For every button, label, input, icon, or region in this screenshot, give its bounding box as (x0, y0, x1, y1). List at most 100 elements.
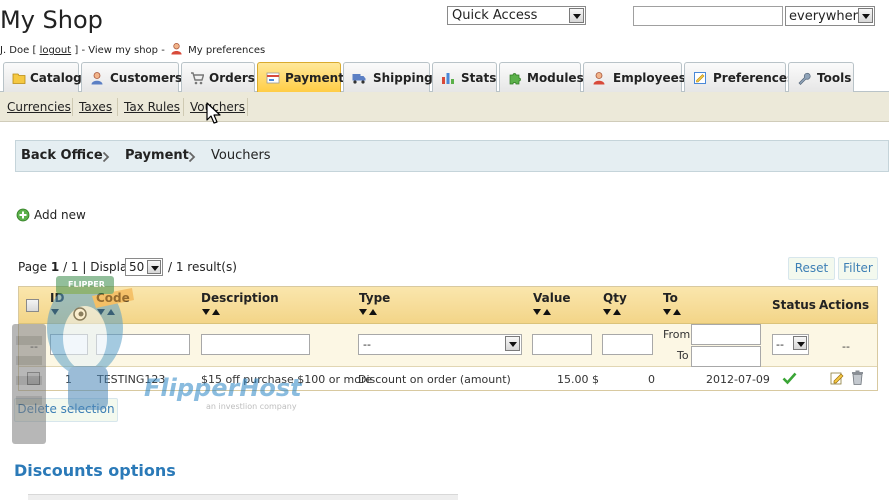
watermark-tagline: an investlion company (206, 402, 297, 411)
delete-selection-button[interactable]: Delete selection (14, 398, 118, 422)
tab-payment[interactable]: Payment (257, 62, 344, 92)
mouse-cursor-icon (206, 102, 221, 124)
cell-to: 2012-07-09 (706, 373, 770, 386)
view-shop-link[interactable]: View my shop (88, 45, 158, 56)
column-header-type: Type (359, 291, 391, 305)
person-icon (91, 72, 103, 85)
tab-catalog[interactable]: Catalog (3, 62, 82, 92)
tab-label: Stats (461, 71, 497, 85)
page-current: 1 (50, 260, 60, 274)
sort-controls[interactable] (359, 309, 381, 317)
row-checkbox[interactable] (27, 372, 40, 385)
tab-tools[interactable]: Tools (788, 62, 854, 92)
cell-value: 15.00 $ (557, 373, 599, 386)
filter-code-input[interactable] (96, 334, 190, 355)
filter-value-input[interactable] (532, 334, 592, 355)
subtab-tax-rules[interactable]: Tax Rules (124, 100, 180, 114)
filter-button[interactable]: Filter (838, 257, 878, 280)
filter-status-value: -- (776, 338, 784, 351)
column-header-id: ID (50, 291, 65, 305)
per-page-value: 50 (129, 260, 145, 274)
subtab-divider (117, 98, 118, 116)
filter-id-input[interactable] (50, 334, 88, 355)
search-input[interactable] (633, 6, 783, 26)
tab-label: Orders (209, 71, 255, 85)
page-sep: / (59, 260, 71, 274)
cell-id: 1 (65, 373, 72, 386)
tab-employees[interactable]: Employees (583, 62, 686, 92)
per-page-select[interactable]: 50 (125, 258, 163, 276)
tab-label: Tools (817, 71, 852, 85)
preferences-icon (694, 72, 706, 84)
status-enabled-icon[interactable] (782, 371, 797, 385)
subtab-taxes[interactable]: Taxes (79, 100, 112, 114)
filter-type-value: -- (363, 338, 371, 351)
add-icon (16, 208, 30, 222)
section-panel (28, 494, 458, 500)
sort-controls[interactable] (97, 309, 119, 317)
table-row[interactable]: 1 TESTING123 $15 off purchase $100 or mo… (19, 367, 877, 390)
subtab-divider (247, 98, 248, 116)
filter-type-select[interactable]: -- (358, 334, 522, 355)
filter-date-to-input[interactable] (691, 346, 761, 367)
add-new-button[interactable]: Add new (16, 207, 106, 223)
chevron-down-icon[interactable] (858, 8, 873, 23)
chevron-down-icon[interactable] (569, 8, 584, 23)
person-icon (171, 43, 182, 55)
column-header-value: Value (533, 291, 571, 305)
filter-status-select[interactable]: -- (772, 334, 809, 355)
breadcrumb: Back Office Payment Vouchers (15, 140, 889, 172)
chevron-right-icon (188, 151, 196, 163)
tab-label: Employees (613, 71, 686, 85)
logout-link[interactable]: logout (40, 45, 72, 56)
shop-title: My Shop (0, 6, 103, 34)
tab-modules[interactable]: Modules (499, 62, 584, 92)
my-preferences-link[interactable]: My preferences (188, 45, 265, 56)
chevron-right-icon (102, 151, 110, 163)
wrench-icon (798, 72, 811, 85)
subtab-divider (183, 98, 184, 116)
results-count: / 1 result(s) (168, 260, 237, 274)
tab-shipping[interactable]: Shipping (343, 62, 433, 92)
edit-icon[interactable] (830, 370, 845, 385)
tab-label: Payment (285, 71, 344, 85)
tab-orders[interactable]: Orders (181, 62, 255, 92)
quick-access-value: Quick Access (452, 8, 538, 23)
chevron-down-icon[interactable] (505, 336, 520, 351)
tab-label: Modules (527, 71, 584, 85)
tab-customers[interactable]: Customers (81, 62, 182, 92)
cart-icon (191, 72, 204, 85)
payment-icon (266, 72, 280, 84)
sort-controls[interactable] (533, 309, 555, 317)
sub-tabs: Currencies Taxes Tax Rules Vouchers (0, 92, 889, 122)
filter-qty-input[interactable] (602, 334, 653, 355)
tab-label: Preferences (713, 71, 795, 85)
bar-chart-icon (442, 73, 454, 84)
cell-description: $15 off purchase $100 or more (201, 373, 373, 386)
cell-type: Discount on order (amount) (358, 373, 511, 386)
table-header: ID Code Description Type Value Qty To St… (19, 287, 877, 324)
delete-icon[interactable] (851, 370, 864, 385)
sort-controls[interactable] (603, 309, 625, 317)
user-line: J. Doe [ logout ] - View my shop - My pr… (0, 42, 265, 56)
filter-description-input[interactable] (201, 334, 310, 355)
sort-controls[interactable] (663, 309, 685, 317)
filter-actions-marker: -- (842, 340, 850, 353)
chevron-down-icon[interactable] (793, 336, 807, 350)
subtab-currencies[interactable]: Currencies (7, 100, 71, 114)
sort-controls[interactable] (202, 309, 224, 317)
pagination: Page 1 / 1 | Display 50 / 1 result(s) (18, 258, 238, 278)
select-all-checkbox[interactable] (26, 299, 39, 312)
reset-button[interactable]: Reset (788, 257, 835, 280)
tab-preferences[interactable]: Preferences (684, 62, 794, 92)
breadcrumb-item[interactable]: Back Office (21, 148, 103, 163)
vouchers-table: ID Code Description Type Value Qty To St… (18, 286, 878, 391)
sort-controls[interactable] (51, 309, 73, 317)
tab-stats[interactable]: Stats (432, 62, 497, 92)
chevron-down-icon[interactable] (147, 260, 161, 274)
breadcrumb-item[interactable]: Payment (125, 148, 189, 163)
filter-date-from-input[interactable] (691, 324, 761, 345)
quick-access-select[interactable]: Quick Access (447, 6, 586, 25)
column-header-status: Status (772, 298, 816, 312)
search-scope-select[interactable]: everywhere (785, 6, 875, 26)
